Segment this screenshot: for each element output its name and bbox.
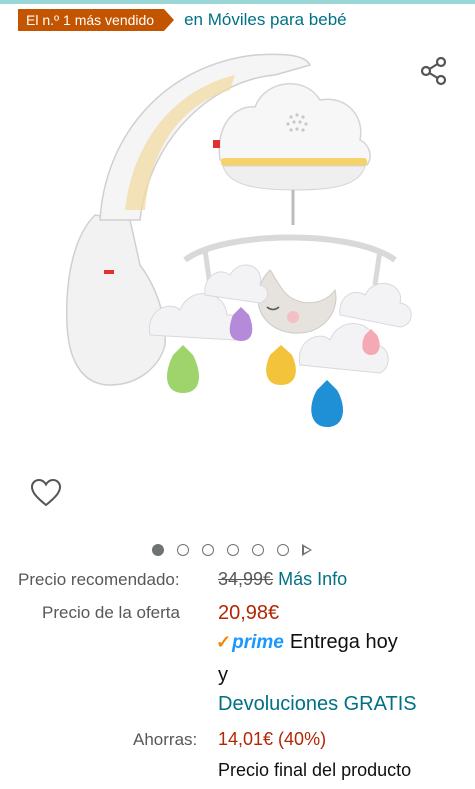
conjunction-text: y (218, 664, 228, 686)
brand-mark-speaker (213, 140, 220, 148)
cloud-speaker (218, 83, 371, 166)
raindrop-purple (229, 307, 253, 341)
delivery-text: Entrega hoy (289, 631, 398, 653)
savings-value: 14,01€ (40%) (218, 729, 327, 749)
prime-delivery-row: ✓ prime Entrega hoy (216, 631, 398, 654)
carousel-dot[interactable] (177, 544, 189, 556)
offer-price-label: Precio de la oferta (42, 603, 180, 622)
top-accent-bar (0, 0, 475, 4)
light-strip (221, 158, 367, 166)
more-info-link[interactable]: Más Info (278, 569, 347, 589)
moon-toy (257, 269, 337, 334)
clamp-shape (66, 214, 166, 386)
brand-mark-clamp (104, 270, 114, 274)
final-price-note: Precio final del producto (218, 760, 412, 780)
recommended-price-row: 34,99€ Más Info (218, 569, 347, 590)
bestseller-badge[interactable]: El n.º 1 más vendido (18, 9, 175, 31)
prime-check-icon: ✓ (216, 632, 232, 652)
cloud-toy (339, 283, 412, 328)
raindrop-yellow (266, 345, 296, 385)
carousel-dot[interactable] (202, 544, 214, 556)
recommended-price-label: Precio recomendado: (18, 570, 180, 589)
offer-price: 20,98€ (218, 602, 280, 624)
prime-logo: ✓ prime (216, 632, 284, 653)
carousel-dot[interactable] (152, 544, 164, 556)
product-image[interactable] (55, 45, 425, 445)
bestseller-row: El n.º 1 más vendido en Móviles para beb… (18, 8, 347, 32)
bestseller-category-link[interactable]: en Móviles para bebé (184, 10, 347, 30)
carousel-dot[interactable] (227, 544, 239, 556)
cloud-toy (148, 293, 242, 341)
raindrop-blue (311, 380, 343, 427)
carousel-video-icon[interactable] (302, 544, 312, 556)
heart-icon[interactable] (30, 478, 62, 508)
savings-label: Ahorras: (133, 730, 198, 749)
recommended-price: 34,99€ (218, 569, 274, 589)
free-returns-link[interactable]: Devoluciones GRATIS (218, 693, 417, 716)
carousel-dot[interactable] (277, 544, 289, 556)
raindrop-green (167, 345, 199, 393)
image-carousel-indicators (152, 543, 312, 557)
carousel-dot[interactable] (252, 544, 264, 556)
